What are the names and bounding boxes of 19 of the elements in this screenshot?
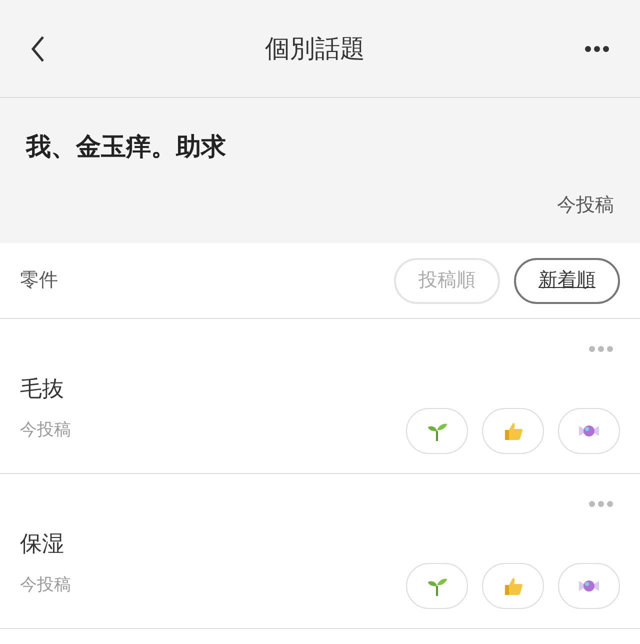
reaction-button[interactable] <box>482 563 544 609</box>
reaction-button[interactable] <box>406 408 468 454</box>
thumbs-up-icon <box>502 575 524 597</box>
reaction-button[interactable] <box>406 563 468 609</box>
reply-text: 保湿 <box>20 531 65 559</box>
post-time: 今投稿 <box>557 192 614 218</box>
reply-time: 今投稿 <box>20 574 71 598</box>
reply-text: 毛抜 <box>20 376 65 404</box>
reaction-button[interactable] <box>482 408 544 454</box>
reply-time: 今投稿 <box>20 419 71 442</box>
reaction-button[interactable] <box>558 408 620 454</box>
page-title: 個別話題 <box>265 32 365 65</box>
post-text: 我、金玉痒。助求 <box>26 131 227 163</box>
sort-button[interactable]: 新着順 <box>514 258 620 304</box>
back-icon[interactable] <box>30 34 46 62</box>
thumbs-up-icon <box>502 420 524 442</box>
reply-count-label: 零件 <box>20 268 58 294</box>
reaction-button[interactable] <box>558 563 620 609</box>
more-icon[interactable] <box>584 44 610 52</box>
